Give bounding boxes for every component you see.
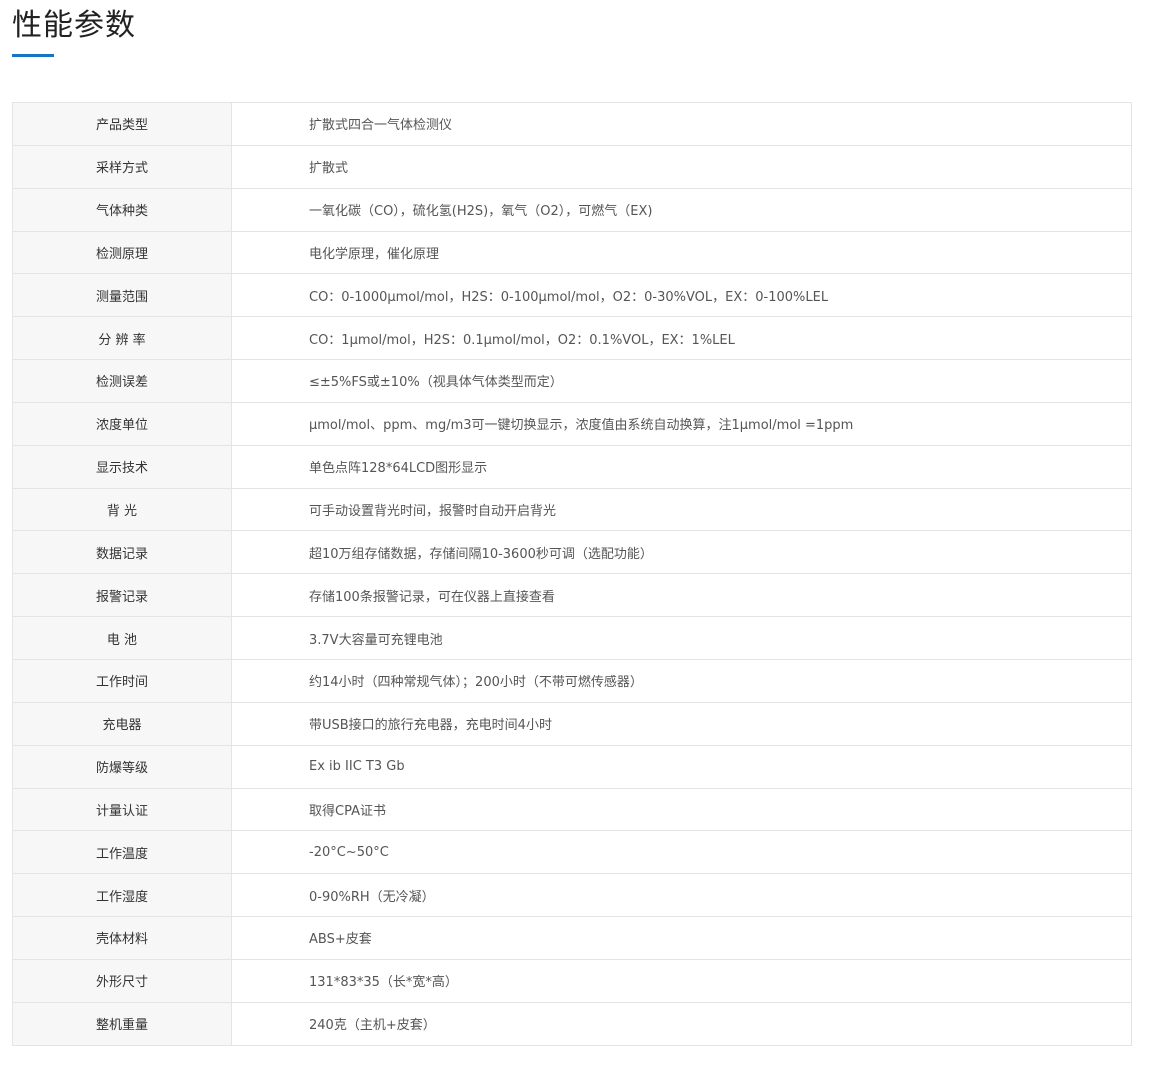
- spec-label: 检测原理: [12, 230, 232, 275]
- spec-row: 外形尺寸 131*83*35（长*宽*高）: [12, 958, 1132, 1003]
- spec-row: 显示技术 单色点阵128*64LCD图形显示: [12, 444, 1132, 489]
- spec-row: 计量认证 取得CPA证书: [12, 787, 1132, 832]
- section-header: 性能参数: [12, 0, 1132, 60]
- spec-row: 测量范围 CO：0-1000μmol/mol，H2S：0-100μmol/mol，…: [12, 273, 1132, 318]
- spec-value: 可手动设置背光时间，报警时自动开启背光: [231, 487, 1132, 532]
- spec-label: 充电器: [12, 701, 232, 746]
- spec-label: 检测误差: [12, 359, 232, 403]
- spec-label: 报警记录: [12, 573, 232, 618]
- spec-value: 电化学原理，催化原理: [231, 230, 1132, 275]
- spec-row: 浓度单位 μmol/mol、ppm、mg/m3可一键切换显示，浓度值由系统自动换算…: [12, 401, 1132, 446]
- spec-value: CO：1μmol/mol，H2S：0.1μmol/mol，O2：0.1%VOL，…: [231, 316, 1132, 361]
- spec-row: 工作温度 -20°C~50°C: [12, 830, 1132, 875]
- spec-table: 产品类型 扩散式四合一气体检测仪 采样方式 扩散式 气体种类 一氧化碳（CO），硫化氢…: [12, 102, 1132, 1046]
- spec-value: 3.7V大容量可充锂电池: [231, 616, 1132, 660]
- spec-value: μmol/mol、ppm、mg/m3可一键切换显示，浓度值由系统自动换算，注1μ…: [231, 401, 1132, 446]
- spec-value: ≤±5%FS或±10%（视具体气体类型而定）: [231, 359, 1132, 403]
- spec-label: 背 光: [12, 487, 232, 532]
- spec-label: 工作时间: [12, 658, 232, 703]
- spec-row: 检测误差 ≤±5%FS或±10%（视具体气体类型而定）: [12, 359, 1132, 403]
- spec-row: 电 池 3.7V大容量可充锂电池: [12, 616, 1132, 660]
- spec-value: CO：0-1000μmol/mol，H2S：0-100μmol/mol，O2：0…: [231, 273, 1132, 318]
- spec-row: 气体种类 一氧化碳（CO），硫化氢(H2S)，氧气（O2），可燃气（EX): [12, 187, 1132, 232]
- spec-row: 背 光可手动设置背光时间，报警时自动开启背光: [12, 487, 1132, 532]
- spec-label: 工作湿度: [12, 873, 232, 918]
- spec-row: 防爆等级 Ex ib IIC T3 Gb: [12, 744, 1132, 789]
- spec-value: 存储100条报警记录，可在仪器上直接查看: [231, 573, 1132, 618]
- spec-row: 报警记录 存储100条报警记录，可在仪器上直接查看: [12, 573, 1132, 618]
- title-underline: [12, 54, 54, 57]
- section-title: 性能参数: [12, 8, 136, 43]
- spec-label: 外形尺寸: [12, 958, 232, 1003]
- spec-value: 240克（主机+皮套）: [231, 1001, 1132, 1046]
- spec-label: 显示技术: [12, 444, 232, 489]
- spec-label: 测量范围: [12, 273, 232, 318]
- spec-row: 分 辨 率 CO：1μmol/mol，H2S：0.1μmol/mol，O2：0.1…: [12, 316, 1132, 361]
- spec-row: 工作时间 约14小时（四种常规气体）；200小时（不带可燃传感器）: [12, 658, 1132, 703]
- spec-table-body: 产品类型 扩散式四合一气体检测仪 采样方式 扩散式 气体种类 一氧化碳（CO），硫化氢…: [12, 102, 1132, 1046]
- spec-row: 工作湿度 0-90%RH（无冷凝）: [12, 873, 1132, 918]
- spec-value: Ex ib IIC T3 Gb: [231, 744, 1132, 789]
- spec-row: 采样方式 扩散式: [12, 144, 1132, 189]
- spec-value: 扩散式: [231, 144, 1132, 189]
- spec-label: 浓度单位: [12, 401, 232, 446]
- spec-row: 产品类型 扩散式四合一气体检测仪: [12, 102, 1132, 146]
- spec-label: 壳体材料: [12, 916, 232, 960]
- spec-row: 充电器 带USB接口的旅行充电器，充电时间4小时: [12, 701, 1132, 746]
- spec-value: -20°C~50°C: [231, 830, 1132, 875]
- spec-label: 整机重量: [12, 1001, 232, 1046]
- spec-label: 计量认证: [12, 787, 232, 832]
- spec-value: 一氧化碳（CO），硫化氢(H2S)，氧气（O2），可燃气（EX): [231, 187, 1132, 232]
- spec-value: 131*83*35（长*宽*高）: [231, 958, 1132, 1003]
- spec-value: 带USB接口的旅行充电器，充电时间4小时: [231, 701, 1132, 746]
- spec-label: 分 辨 率: [12, 316, 232, 361]
- spec-label: 防爆等级: [12, 744, 232, 789]
- spec-label: 电 池: [12, 616, 232, 660]
- spec-value: 约14小时（四种常规气体）；200小时（不带可燃传感器）: [231, 658, 1132, 703]
- spec-label: 数据记录: [12, 530, 232, 575]
- spec-value: 超10万组存储数据，存储间隔10-3600秒可调（选配功能）: [231, 530, 1132, 575]
- spec-row: 检测原理 电化学原理，催化原理: [12, 230, 1132, 275]
- spec-value: 单色点阵128*64LCD图形显示: [231, 444, 1132, 489]
- spec-value: ABS+皮套: [231, 916, 1132, 960]
- spec-label: 产品类型: [12, 102, 232, 146]
- spec-row: 数据记录 超10万组存储数据，存储间隔10-3600秒可调（选配功能）: [12, 530, 1132, 575]
- spec-value: 扩散式四合一气体检测仪: [231, 102, 1132, 146]
- spec-value: 取得CPA证书: [231, 787, 1132, 832]
- spec-label: 工作温度: [12, 830, 232, 875]
- spec-value: 0-90%RH（无冷凝）: [231, 873, 1132, 918]
- spec-row: 整机重量 240克（主机+皮套）: [12, 1001, 1132, 1046]
- spec-row: 壳体材料 ABS+皮套: [12, 916, 1132, 960]
- spec-label: 采样方式: [12, 144, 232, 189]
- spec-label: 气体种类: [12, 187, 232, 232]
